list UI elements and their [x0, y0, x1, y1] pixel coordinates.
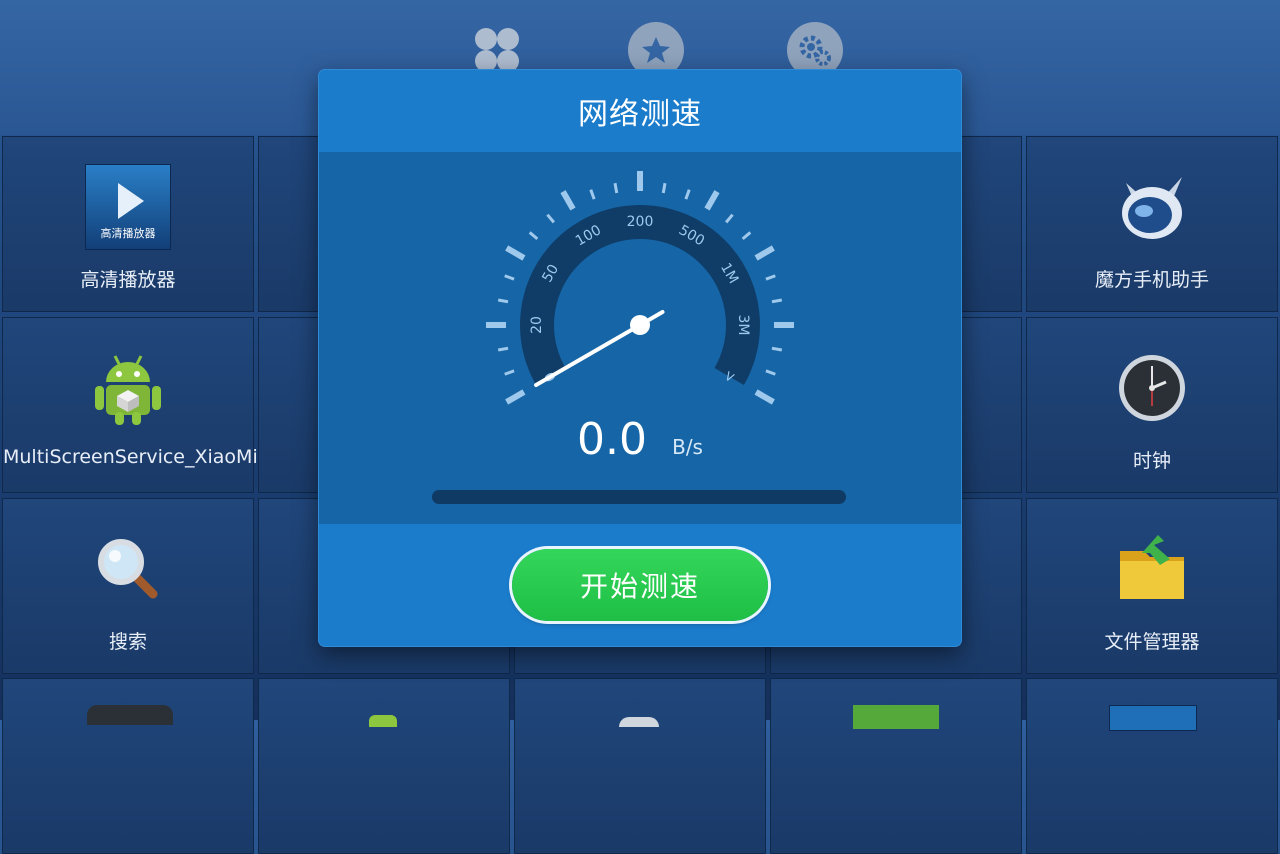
gauge-tick — [765, 369, 776, 376]
app-tile[interactable] — [1026, 678, 1278, 854]
gauge-tick — [505, 389, 526, 405]
gauge-tick — [589, 189, 596, 200]
speed-gauge: 020501002005001M3M> — [486, 171, 794, 405]
speed-value: 0.0 — [577, 414, 647, 465]
gauge-tick — [528, 231, 539, 241]
gauge-arc-band — [520, 205, 760, 385]
start-speed-test-button[interactable]: 开始测速 — [512, 549, 768, 621]
gauge-tick — [704, 190, 720, 211]
android-icon — [84, 344, 172, 432]
gauge-tick — [754, 245, 775, 261]
gauge-scale-label: 200 — [627, 214, 654, 230]
app-label: MultiScreenService_XiaoMi — [3, 446, 258, 468]
gauge-tick — [661, 182, 667, 194]
clock-icon — [1108, 344, 1196, 432]
app-tile-clock[interactable]: 时钟 — [1026, 317, 1278, 493]
gauge-tick — [504, 274, 515, 281]
app-tile[interactable] — [2, 678, 254, 854]
gauge-tick — [613, 182, 619, 194]
dialog-title: 网络测速 — [578, 97, 702, 132]
app-label: 搜索 — [108, 631, 147, 653]
app-tile-search[interactable]: 搜索 — [2, 498, 254, 674]
video-player-icon: 高清播放器 — [84, 163, 172, 251]
gauge-tick — [497, 346, 509, 352]
speed-progress-bar — [432, 490, 846, 504]
app-tile[interactable] — [514, 678, 766, 854]
gauge-tick — [505, 245, 526, 261]
speed-test-dialog: 网络测速 020501002005001M3M> 0.0 B/s 开始测速 — [319, 70, 961, 646]
gauge-needle-hub — [630, 315, 650, 335]
gauge-tick — [684, 189, 691, 200]
gauge-tick — [741, 231, 752, 241]
gauge-tick — [771, 298, 783, 304]
gauge-tick — [497, 298, 509, 304]
app-tile[interactable] — [770, 678, 1022, 854]
speed-readout: 0.0 B/s — [319, 414, 961, 465]
app-tile-multiscreen[interactable]: MultiScreenService_XiaoMi — [2, 317, 258, 493]
app-tile-mofang-assistant[interactable]: 魔方手机助手 — [1026, 136, 1278, 312]
gauge-tick — [546, 213, 556, 224]
gauge-scale-label: 3M — [735, 315, 751, 336]
app-tile[interactable] — [258, 678, 510, 854]
magnifier-icon — [84, 525, 172, 613]
gauge-tick — [504, 369, 515, 376]
app-label: 高清播放器 — [80, 269, 176, 291]
folder-icon — [1108, 525, 1196, 613]
app-tile-hd-player[interactable]: 高清播放器 高清播放器 — [2, 136, 254, 312]
speed-unit: B/s — [672, 435, 703, 459]
gauge-tick — [560, 190, 576, 211]
gauge-tick — [754, 389, 775, 405]
gauge-scale-label: 20 — [529, 316, 545, 334]
gauge-tick — [724, 213, 734, 224]
gauge-tick — [771, 346, 783, 352]
gauge-tick — [765, 274, 776, 281]
mofang-assistant-icon — [1108, 163, 1196, 251]
app-label: 文件管理器 — [1104, 631, 1200, 653]
app-label: 魔方手机助手 — [1094, 269, 1209, 291]
dialog-body: 020501002005001M3M> 0.0 B/s — [319, 152, 961, 524]
app-label: 时钟 — [1132, 450, 1171, 472]
app-tile-file-manager[interactable]: 文件管理器 — [1026, 498, 1278, 674]
